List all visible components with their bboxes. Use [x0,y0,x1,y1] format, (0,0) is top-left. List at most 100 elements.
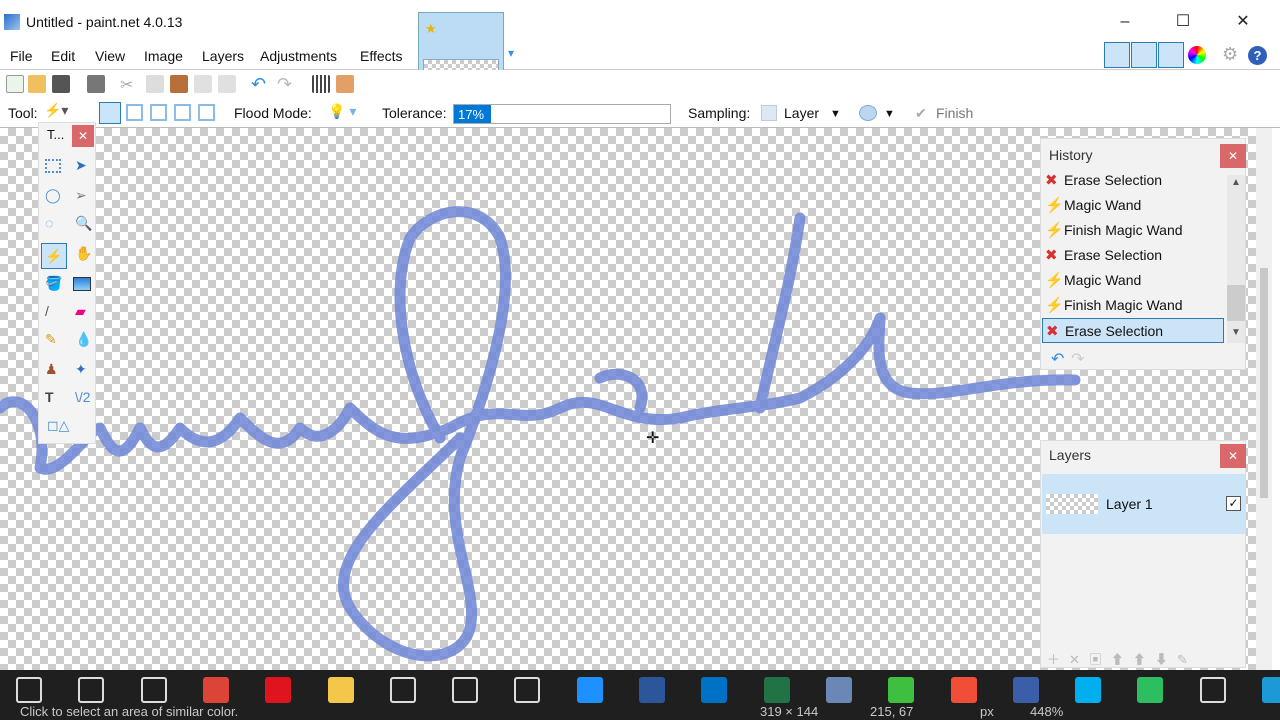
selection-mode-invert-icon[interactable] [198,104,215,121]
new-icon[interactable] [6,75,24,93]
settings-gear-icon[interactable]: ⚙ [1222,44,1238,65]
taskbar-evernote-icon[interactable] [1137,677,1164,703]
magic-wand-tool-icon[interactable]: ⚡ [41,243,67,269]
pencil-tool-icon[interactable]: ✎ [45,331,57,348]
help-icon[interactable]: ? [1248,46,1267,65]
ellipse-select-tool-icon[interactable]: ◌ [45,215,53,231]
taskbar-skype-icon[interactable] [1075,677,1102,703]
taskbar-file-explorer-icon[interactable] [327,677,354,703]
menu-layers[interactable]: Layers [202,48,244,64]
layers-close-button[interactable]: ✕ [1220,444,1246,468]
zoom-tool-icon[interactable]: 🔍 [75,215,92,232]
history-redo-icon[interactable]: ↷ [1071,349,1084,369]
taskbar-app-icon[interactable] [452,677,479,703]
taskbar-virtualbox-icon[interactable] [825,677,852,703]
history-close-button[interactable]: ✕ [1220,144,1246,168]
selection-mode-intersect-icon[interactable] [174,104,191,121]
scrollbar-thumb[interactable] [1260,268,1268,498]
layer-actions-toolbar[interactable]: ＋✕▣⬆⬆⬇✎ [1047,649,1197,668]
menu-view[interactable]: View [95,48,125,64]
shapes-tool-icon[interactable]: ◻△ [47,417,69,434]
gradient-tool-icon[interactable] [73,277,91,291]
move-selected-tool-icon[interactable]: ➤ [75,157,87,174]
menu-edit[interactable]: Edit [51,48,75,64]
history-scroll-thumb[interactable] [1227,285,1245,321]
print-icon[interactable] [87,75,105,93]
paste-icon[interactable] [170,75,188,93]
save-icon[interactable] [52,75,70,93]
taskbar-camtasia-recorder-icon[interactable] [950,677,977,703]
taskbar-chrome-icon[interactable] [202,677,229,703]
minimize-button[interactable]: – [1102,8,1148,36]
layers-window-toggle-icon[interactable] [1158,42,1184,68]
taskbar-app-icon[interactable] [1199,677,1226,703]
taskbar-excel-icon[interactable] [763,677,790,703]
antialiasing-icon[interactable] [859,105,877,121]
status-zoom[interactable]: 448% [1030,705,1063,719]
taskbar-outlook-icon[interactable] [701,677,728,703]
undo-icon[interactable]: ↶ [251,75,269,93]
tolerance-slider[interactable]: 17% [453,104,671,124]
taskbar-paint.net-icon[interactable] [1012,677,1039,703]
tools-window-close-button[interactable]: ✕ [72,125,94,147]
canvas-vertical-scrollbar[interactable] [1256,128,1272,670]
selection-mode-union-icon[interactable] [126,104,143,121]
taskbar-app-icon[interactable] [514,677,541,703]
pan-tool-icon[interactable]: ✋ [75,245,92,262]
antialiasing-chevron-icon[interactable]: ▼ [884,108,895,120]
taskbar-cortana-icon[interactable] [78,677,105,703]
line-curve-tool-icon[interactable]: \/2 [75,389,91,405]
tools-window-toggle-icon[interactable] [1104,42,1130,68]
menu-effects[interactable]: Effects [360,48,403,64]
sampling-chevron-icon[interactable]: ▼ [830,108,841,120]
selection-mode-exclude-icon[interactable] [150,104,167,121]
taskbar-task-view-icon[interactable] [140,677,167,703]
cut-icon[interactable]: ✂ [120,75,138,94]
grid-icon[interactable] [312,75,330,93]
finish-button[interactable]: Finish [936,105,973,121]
scroll-up-icon[interactable]: ▲ [1231,177,1241,188]
ruler-icon[interactable] [336,75,354,93]
history-scrollbar[interactable]: ▲ ▼ [1227,175,1245,343]
history-item[interactable]: ✖ Erase Selection [1042,318,1224,343]
scroll-down-icon[interactable]: ▼ [1231,327,1241,338]
history-item[interactable]: ⚡ Finish Magic Wand [1042,218,1224,243]
flood-mode-dropdown[interactable]: 💡 ▾ [328,103,356,120]
taskbar-store-icon[interactable] [389,677,416,703]
tab-dropdown-icon[interactable]: ▾ [508,46,514,60]
taskbar-people-icon[interactable] [576,677,603,703]
lasso-select-tool-icon[interactable]: ◯ [45,187,61,204]
sampling-dropdown[interactable]: Layer [784,105,819,121]
copy-icon[interactable] [146,75,164,93]
history-item[interactable]: ✖ Erase Selection [1042,168,1224,193]
history-item[interactable]: ⚡ Magic Wand [1042,193,1224,218]
menu-image[interactable]: Image [144,48,183,64]
history-undo-icon[interactable]: ↶ [1051,349,1064,369]
selection-mode-replace-icon[interactable] [99,102,121,124]
taskbar-snagit-icon[interactable] [1262,677,1280,703]
open-icon[interactable] [28,75,46,93]
maximize-button[interactable]: ☐ [1160,8,1206,36]
history-item[interactable]: ⚡ Magic Wand [1042,268,1224,293]
magic-wand-tool-dropdown[interactable]: ⚡▾ [44,102,68,119]
paint-bucket-tool-icon[interactable]: 🪣 [45,275,62,292]
paintbrush-tool-icon[interactable]: / [45,303,49,319]
menu-adjustments[interactable]: Adjustments [260,48,337,64]
layer-row[interactable]: Layer 1 ✓ [1042,474,1245,534]
colors-window-toggle-icon[interactable] [1188,46,1206,64]
layer-visibility-checkbox[interactable]: ✓ [1226,496,1241,511]
color-picker-tool-icon[interactable]: 💧 [75,331,92,348]
history-window-toggle-icon[interactable] [1131,42,1157,68]
clone-stamp-tool-icon[interactable]: ♟ [45,361,58,378]
recolor-tool-icon[interactable]: ✦ [75,361,87,378]
taskbar-opera-icon[interactable] [265,677,292,703]
status-unit[interactable]: px [980,705,994,719]
deselect-icon[interactable] [218,75,236,93]
finish-check-icon[interactable]: ✔ [915,105,927,122]
close-button[interactable]: ✕ [1220,8,1266,36]
redo-icon[interactable]: ↷ [277,75,295,93]
eraser-tool-icon[interactable]: ▰ [75,303,86,320]
rectangle-select-tool-icon[interactable] [45,159,61,173]
move-selection-tool-icon[interactable]: ➢ [75,187,87,204]
crop-icon[interactable] [194,75,212,93]
